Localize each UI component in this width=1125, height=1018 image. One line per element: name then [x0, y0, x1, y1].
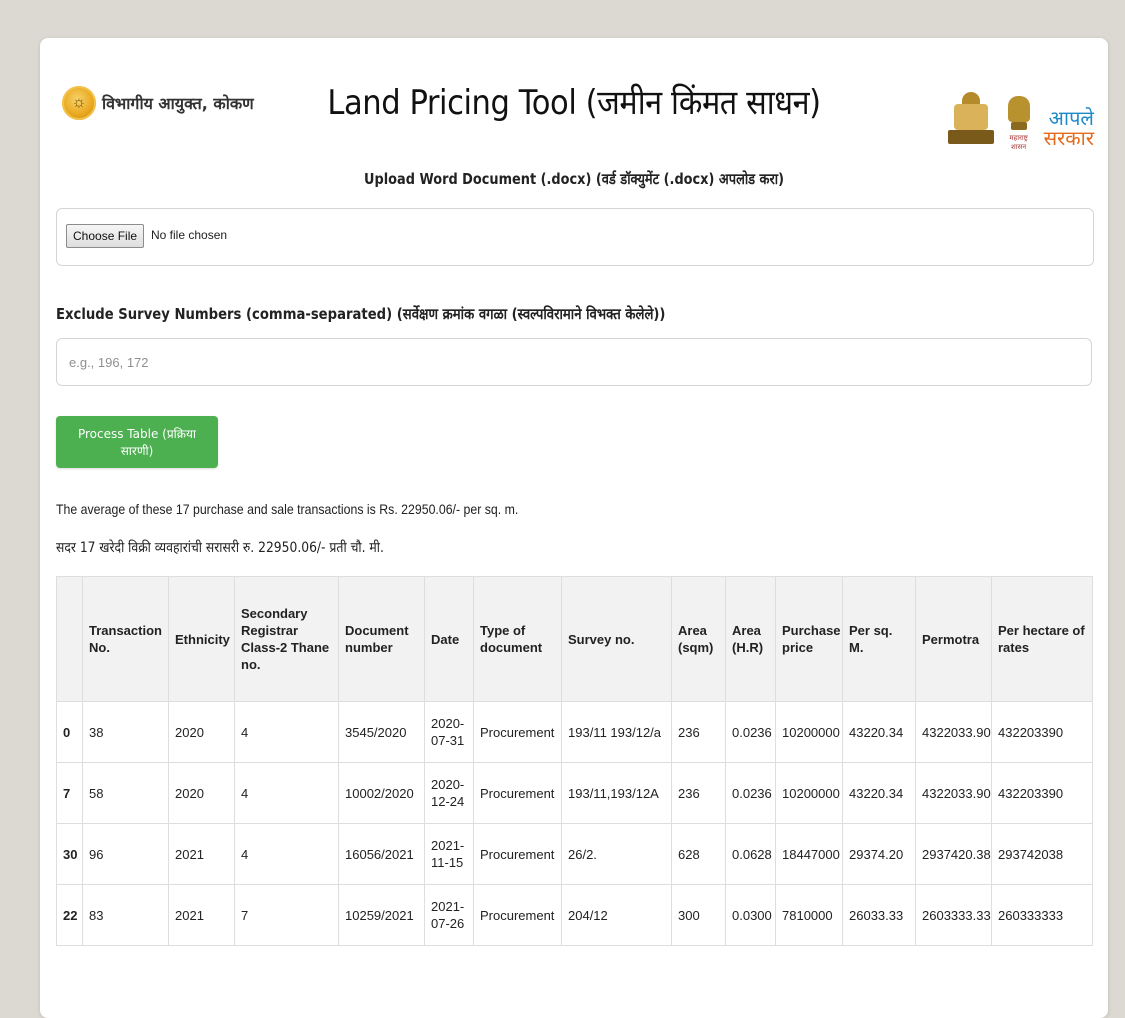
table-cell: 0.0628	[725, 823, 776, 885]
table-cell: Procurement	[473, 823, 562, 885]
column-header: Area (sqm)	[671, 576, 726, 702]
table-cell: 2021	[168, 823, 235, 885]
column-header: Ethnicity	[168, 576, 235, 702]
table-cell: 43220.34	[842, 762, 916, 824]
table-cell: 96	[82, 823, 169, 885]
header: ☼ विभागीय आयुक्त, कोकण Land Pricing Tool…	[40, 38, 1108, 158]
right-logos: महाराष्ट्र शासन आपले सरकार	[947, 92, 1094, 151]
table-cell: 7	[56, 762, 83, 824]
table-cell: 432203390	[991, 701, 1093, 763]
table-cell: 16056/2021	[338, 823, 425, 885]
table-cell: 432203390	[991, 762, 1093, 824]
table-cell: 204/12	[561, 884, 672, 946]
table-cell: 628	[671, 823, 726, 885]
table-cell: 2021	[168, 884, 235, 946]
table-cell: 2020	[168, 701, 235, 763]
column-header	[56, 576, 83, 702]
table-cell: 4	[234, 701, 339, 763]
column-header: Secondary Registrar Class-2 Thane no.	[234, 576, 339, 702]
table-cell: 236	[671, 762, 726, 824]
main-card: ☼ विभागीय आयुक्त, कोकण Land Pricing Tool…	[40, 38, 1108, 1018]
column-header: Area (H.R)	[725, 576, 776, 702]
table-cell: 2020-12-24	[424, 762, 474, 824]
table-cell: 260333333	[991, 884, 1093, 946]
table-cell: 4322033.90	[915, 701, 992, 763]
table-cell: Procurement	[473, 762, 562, 824]
table-row: 0 38 2020 4 3545/2020 2020-07-31 Procure…	[56, 701, 1093, 763]
state-emblem-icon: महाराष्ट्र शासन	[1004, 92, 1034, 151]
table-cell: 3545/2020	[338, 701, 425, 763]
table-cell: 29374.20	[842, 823, 916, 885]
table-cell: 2603333.33	[915, 884, 992, 946]
table-cell: 58	[82, 762, 169, 824]
fort-logo-icon	[947, 92, 994, 148]
table-cell: 0.0236	[725, 762, 776, 824]
column-header: Survey no.	[561, 576, 672, 702]
upload-label: Upload Word Document (.docx) (वर्ड डॉक्य…	[364, 170, 784, 188]
table-row: 7 58 2020 4 10002/2020 2020-12-24 Procur…	[56, 762, 1093, 824]
table-cell: 293742038	[991, 823, 1093, 885]
table-cell: 26033.33	[842, 884, 916, 946]
table-cell: 43220.34	[842, 701, 916, 763]
column-header: Purchase price	[775, 576, 843, 702]
average-summary-english: The average of these 17 purchase and sal…	[56, 501, 519, 517]
table-row: 22 83 2021 7 10259/2021 2021-07-26 Procu…	[56, 884, 1093, 946]
choose-file-button[interactable]: Choose File	[66, 224, 145, 248]
table-row: 30 96 2021 4 16056/2021 2021-11-15 Procu…	[56, 823, 1093, 885]
column-header: Transaction No.	[82, 576, 169, 702]
table-cell: 4	[234, 762, 339, 824]
table-cell: 2021-07-26	[424, 884, 474, 946]
column-header: Type of document	[473, 576, 562, 702]
table-cell: 236	[671, 701, 726, 763]
table-cell: 7810000	[775, 884, 843, 946]
table-cell: 7	[234, 884, 339, 946]
table-cell: Procurement	[473, 701, 562, 763]
table-cell: 2020	[168, 762, 235, 824]
table-cell: 83	[82, 884, 169, 946]
table-cell: Procurement	[473, 884, 562, 946]
file-upload-box: Choose File No file chosen	[56, 208, 1094, 266]
file-status-text: No file chosen	[151, 228, 228, 242]
column-header: Per hectare of rates	[991, 576, 1093, 702]
column-header: Document number	[338, 576, 425, 702]
page-title: Land Pricing Tool (जमीन किंमत साधन)	[327, 83, 821, 123]
sarkar-text: सरकार	[1043, 126, 1094, 150]
column-header: Date	[424, 576, 474, 702]
table-cell: 4322033.90	[915, 762, 992, 824]
table-header-row: Transaction No. Ethnicity Secondary Regi…	[56, 576, 1093, 702]
table-cell: 2020-07-31	[424, 701, 474, 763]
aaple-sarkar-logo: आपले सरकार	[1044, 108, 1094, 148]
table-cell: 10259/2021	[338, 884, 425, 946]
results-table: Transaction No. Ethnicity Secondary Regi…	[56, 576, 1093, 946]
average-summary-marathi: सदर 17 खरेदी विक्री व्यवहारांची सरासरी र…	[56, 540, 384, 556]
seal-icon: ☼	[62, 86, 96, 120]
exclude-survey-label: Exclude Survey Numbers (comma-separated)…	[56, 305, 666, 323]
table-cell: 10002/2020	[338, 762, 425, 824]
table-cell: 193/11 193/12/a	[561, 701, 672, 763]
process-table-button[interactable]: Process Table (प्रक्रिया सारणी)	[56, 416, 218, 468]
table-cell: 2937420.38	[915, 823, 992, 885]
table-cell: 30	[56, 823, 83, 885]
table-cell: 18447000	[775, 823, 843, 885]
exclude-survey-input[interactable]	[56, 338, 1092, 386]
emblem-caption: महाराष्ट्र शासन	[1009, 134, 1028, 151]
results-table-wrapper: Transaction No. Ethnicity Secondary Regi…	[56, 576, 1093, 946]
table-cell: 0.0236	[725, 701, 776, 763]
table-cell: 38	[82, 701, 169, 763]
table-cell: 22	[56, 884, 83, 946]
column-header: Permotra	[915, 576, 992, 702]
table-cell: 300	[671, 884, 726, 946]
table-cell: 193/11,193/12A	[561, 762, 672, 824]
table-cell: 4	[234, 823, 339, 885]
table-cell: 10200000	[775, 762, 843, 824]
aaple-text: आपले	[1048, 106, 1094, 130]
table-cell: 26/2.	[561, 823, 672, 885]
column-header: Per sq. M.	[842, 576, 916, 702]
table-cell: 0.0300	[725, 884, 776, 946]
table-cell: 2021-11-15	[424, 823, 474, 885]
table-cell: 10200000	[775, 701, 843, 763]
table-cell: 0	[56, 701, 83, 763]
